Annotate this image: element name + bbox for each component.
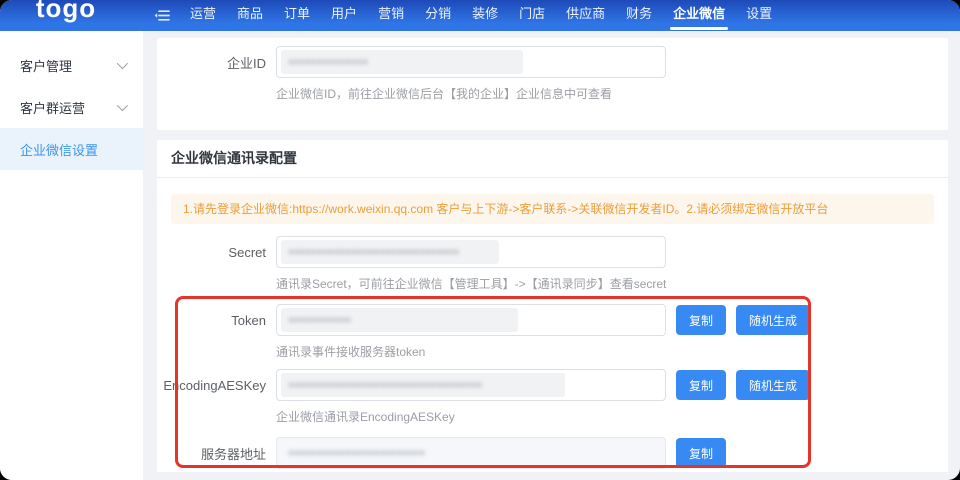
- server-address-input: ••••••••••••••••••••••••: [276, 437, 666, 469]
- section-title: 企业微信通讯录配置: [157, 140, 948, 178]
- warning-notice: 1.请先登录企业微信:https://work.weixin.qq.com 客户…: [171, 194, 934, 224]
- page-body: 客户管理 客户群运营 企业微信设置 企业ID ••••••••••••••: [0, 31, 960, 480]
- token-help-text: 通讯录事件接收服务器token: [276, 344, 948, 360]
- secret-help-text: 通讯录Secret，可前往企业微信【管理工具】->【通讯录同步】查看secret: [276, 276, 948, 292]
- app-window: togo 运营 商品 订单 用户 营销 分销 装修 门店 供应商 财务 企业微信…: [0, 0, 960, 480]
- main-menu: 运营 商品 订单 用户 营销 分销 装修 门店 供应商 财务 企业微信 设置: [190, 0, 772, 31]
- secret-input[interactable]: ••••••••••••••••••••••••••••••: [276, 236, 666, 268]
- token-copy-button[interactable]: 复制: [676, 305, 726, 335]
- menu-item-stores[interactable]: 门店: [519, 0, 545, 31]
- token-input[interactable]: •••••••••••: [276, 304, 666, 336]
- redacted-value: ••••••••••••••••••••••••••••••••••: [281, 373, 565, 397]
- sidebar-item-customer-group-ops[interactable]: 客户群运营: [0, 86, 143, 128]
- redacted-value: ••••••••••••••: [281, 50, 523, 74]
- token-random-generate-button[interactable]: 随机生成: [736, 305, 810, 335]
- chevron-down-icon: [117, 100, 128, 111]
- menu-item-products[interactable]: 商品: [237, 0, 263, 31]
- sidebar-item-label: 客户群运营: [20, 98, 85, 117]
- menu-item-marketing[interactable]: 营销: [378, 0, 404, 31]
- aeskey-input[interactable]: ••••••••••••••••••••••••••••••••••: [276, 369, 666, 401]
- sidebar: 客户管理 客户群运营 企业微信设置: [0, 31, 143, 480]
- secret-label: Secret: [157, 245, 266, 260]
- aeskey-row: EncodingAESKey •••••••••••••••••••••••••…: [157, 369, 948, 401]
- aeskey-random-generate-button[interactable]: 随机生成: [736, 370, 810, 400]
- corp-id-help-text: 企业微信ID，前往企业微信后台【我的企业】企业信息中可查看: [276, 86, 948, 102]
- server-address-copy-button[interactable]: 复制: [676, 438, 726, 468]
- aeskey-help-text: 企业微信通讯录EncodingAESKey: [276, 409, 948, 425]
- sidebar-item-label: 企业微信设置: [20, 140, 98, 159]
- redacted-value: ••••••••••••••••••••••••: [281, 441, 511, 465]
- menu-item-decoration[interactable]: 装修: [472, 0, 498, 31]
- contacts-config-section: 企业微信通讯录配置 1.请先登录企业微信:https://work.weixin…: [157, 140, 948, 472]
- brand-logo[interactable]: togo: [0, 0, 132, 31]
- menu-item-users[interactable]: 用户: [331, 0, 357, 31]
- menu-item-orders[interactable]: 订单: [284, 0, 310, 31]
- menu-item-finance[interactable]: 财务: [626, 0, 652, 31]
- menu-item-wecom[interactable]: 企业微信: [673, 0, 725, 31]
- sidebar-item-customer-management[interactable]: 客户管理: [0, 44, 143, 86]
- sidebar-item-wecom-settings[interactable]: 企业微信设置: [0, 128, 143, 170]
- menu-item-settings[interactable]: 设置: [746, 0, 772, 31]
- sidebar-item-label: 客户管理: [20, 56, 72, 75]
- aeskey-label: EncodingAESKey: [157, 378, 266, 393]
- token-row: Token ••••••••••• 复制 随机生成: [157, 304, 948, 336]
- aeskey-copy-button[interactable]: 复制: [676, 370, 726, 400]
- chevron-down-icon: [117, 58, 128, 69]
- server-address-row: 服务器地址 •••••••••••••••••••••••• 复制: [157, 437, 948, 469]
- redacted-value: ••••••••••••••••••••••••••••••: [281, 240, 499, 264]
- menu-item-distribution[interactable]: 分销: [425, 0, 451, 31]
- token-label: Token: [157, 313, 266, 328]
- corp-id-label: 企业ID: [157, 53, 266, 72]
- top-navbar: togo 运营 商品 订单 用户 营销 分销 装修 门店 供应商 财务 企业微信…: [0, 0, 960, 31]
- collapse-menu-icon[interactable]: [154, 0, 170, 31]
- main-content: 企业ID •••••••••••••• 企业微信ID，前往企业微信后台【我的企业…: [157, 31, 948, 480]
- redacted-value: •••••••••••: [281, 308, 518, 332]
- server-address-label: 服务器地址: [157, 444, 266, 463]
- secret-row: Secret ••••••••••••••••••••••••••••••: [157, 236, 948, 268]
- corp-id-section: 企业ID •••••••••••••• 企业微信ID，前往企业微信后台【我的企业…: [157, 38, 948, 130]
- corp-id-input[interactable]: ••••••••••••••: [276, 46, 666, 78]
- corp-id-row: 企业ID ••••••••••••••: [157, 46, 948, 78]
- menu-item-operations[interactable]: 运营: [190, 0, 216, 31]
- menu-item-suppliers[interactable]: 供应商: [566, 0, 605, 31]
